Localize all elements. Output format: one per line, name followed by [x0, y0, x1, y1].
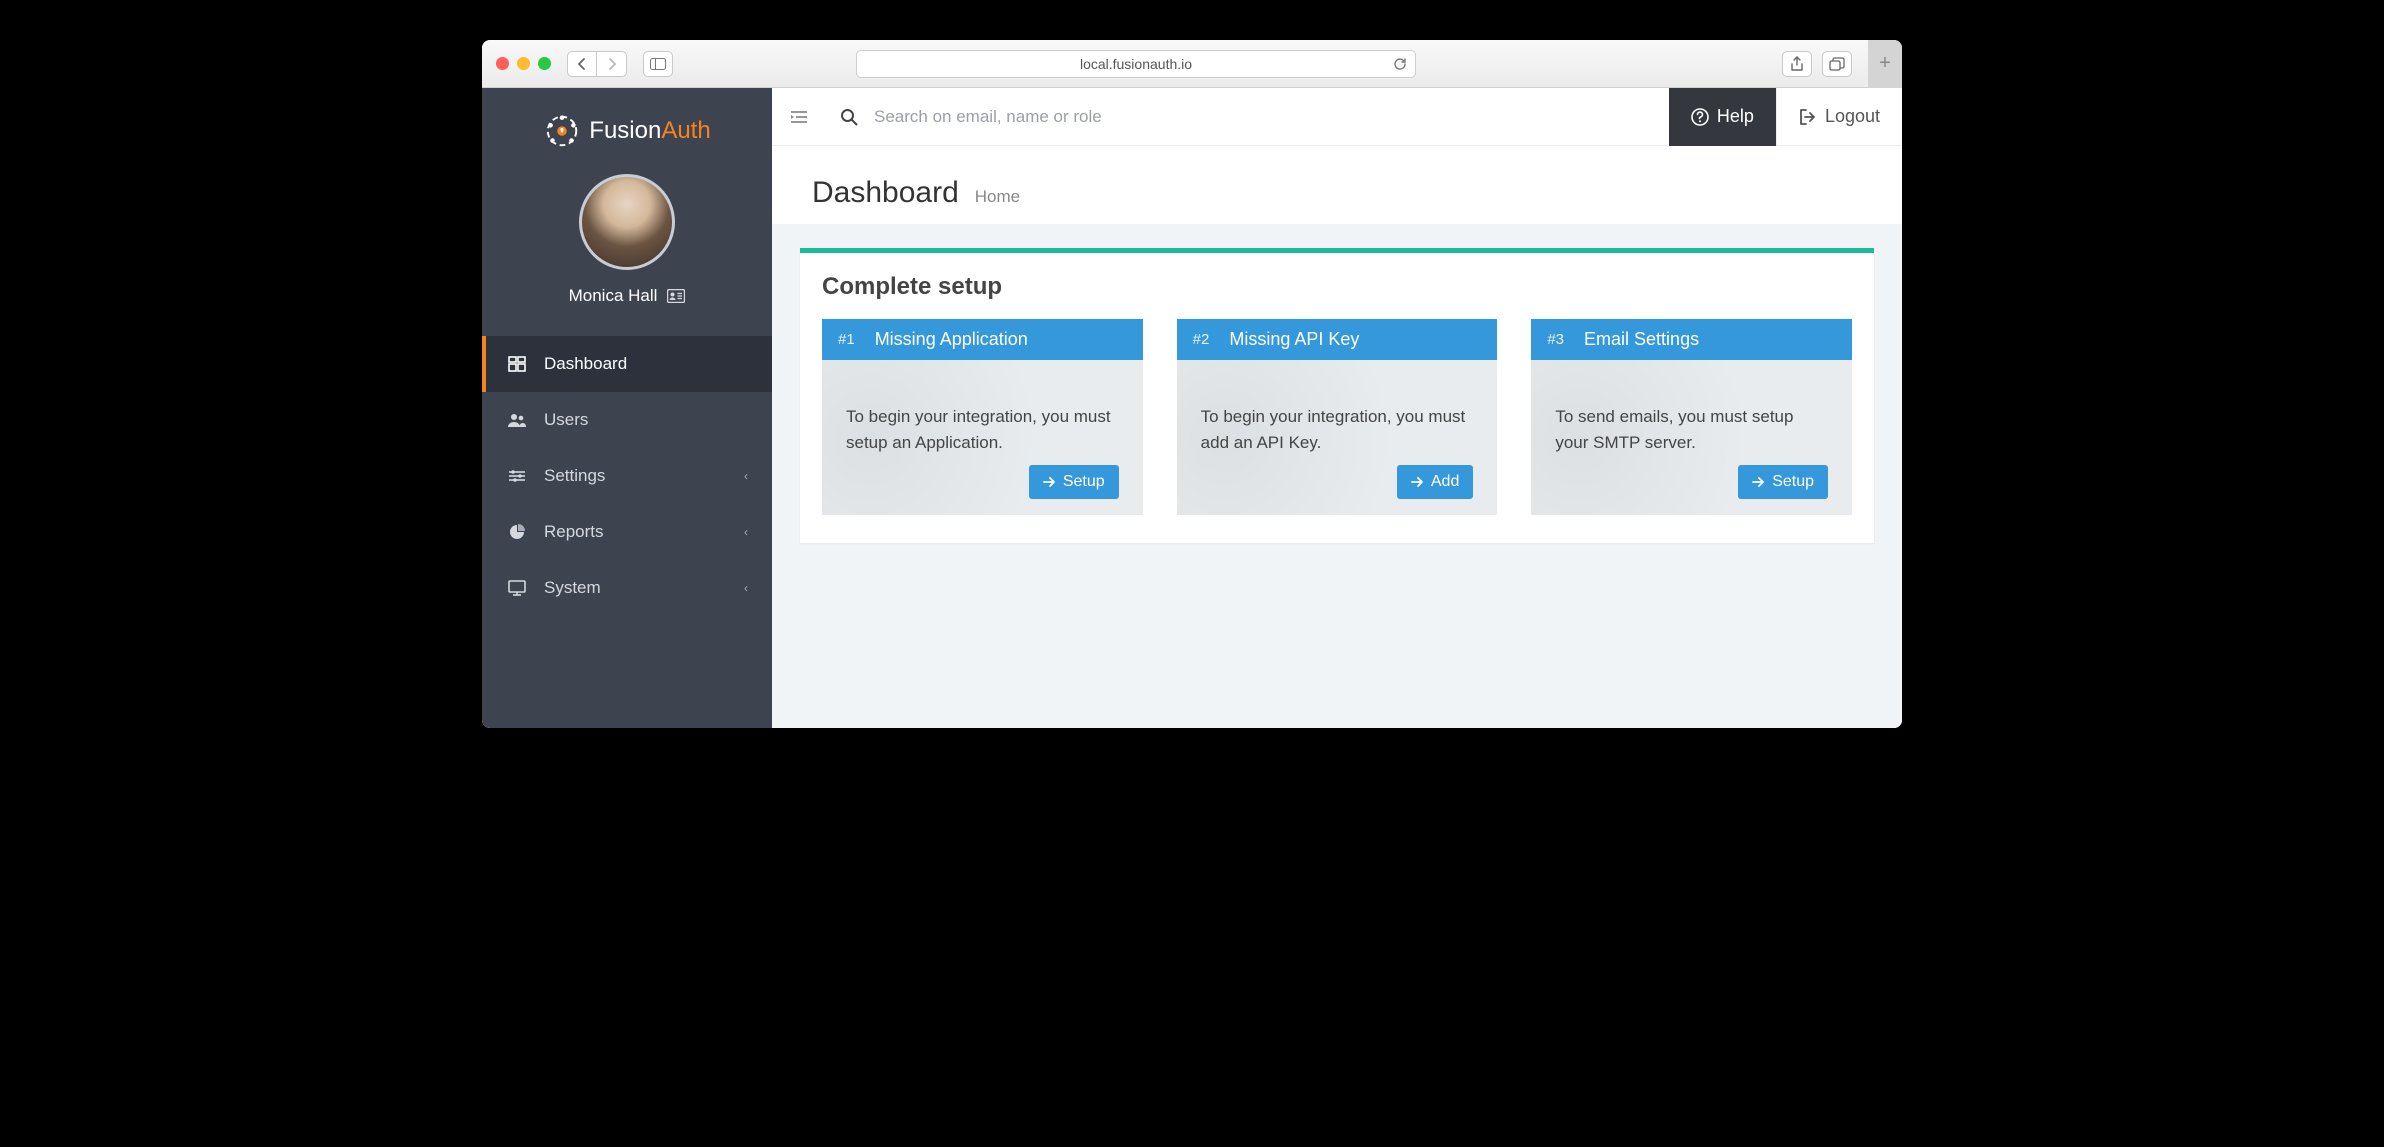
sidebar-icon	[650, 58, 666, 70]
chevron-left-icon	[577, 58, 587, 70]
sidebar-item-reports[interactable]: Reports ‹	[482, 504, 772, 560]
chevron-right-icon	[607, 58, 617, 70]
button-label: Setup	[1063, 473, 1105, 491]
page-title: Dashboard	[812, 176, 959, 210]
tabs-icon	[1829, 57, 1845, 71]
card-text: To begin your integration, you must setu…	[846, 404, 1119, 455]
main-content: Help Logout Dashboard Home Complete setu…	[772, 88, 1902, 728]
app-root: FusionAuth Monica Hall Dashboard	[482, 88, 1902, 728]
card-text: To begin your integration, you must add …	[1201, 404, 1474, 455]
card-body: To begin your integration, you must add …	[1177, 360, 1498, 515]
setup-card-api-key: #2 Missing API Key To begin your integra…	[1177, 319, 1498, 515]
maximize-window-button[interactable]	[538, 57, 551, 70]
chevron-left-icon: ‹	[744, 469, 748, 483]
sidebar-item-label: Reports	[544, 522, 604, 542]
share-icon	[1790, 56, 1804, 72]
minimize-window-button[interactable]	[517, 57, 530, 70]
search-icon	[840, 108, 858, 126]
card-number: #3	[1547, 331, 1564, 348]
card-body: To begin your integration, you must setu…	[822, 360, 1143, 515]
window-controls	[496, 57, 551, 70]
sidebar-item-label: System	[544, 578, 601, 598]
card-title: Missing Application	[875, 329, 1028, 350]
search-input[interactable]	[874, 107, 1669, 127]
page-header: Dashboard Home	[772, 146, 1902, 224]
content-area: Complete setup #1 Missing Application To…	[772, 224, 1902, 728]
help-label: Help	[1717, 106, 1754, 127]
setup-card-email: #3 Email Settings To send emails, you mu…	[1531, 319, 1852, 515]
avatar	[579, 174, 675, 270]
dashboard-icon	[506, 356, 528, 372]
arrow-right-icon	[1411, 476, 1423, 488]
card-header: #2 Missing API Key	[1177, 319, 1498, 360]
reload-icon	[1393, 57, 1407, 71]
id-card-icon[interactable]	[667, 289, 685, 303]
new-tab-button[interactable]: +	[1868, 40, 1902, 88]
sidebar-item-users[interactable]: Users	[482, 392, 772, 448]
setup-cards: #1 Missing Application To begin your int…	[822, 319, 1852, 515]
card-title: Missing API Key	[1229, 329, 1359, 350]
settings-icon	[506, 469, 528, 483]
sidebar-item-label: Users	[544, 410, 588, 430]
card-number: #2	[1193, 331, 1210, 348]
logo-text: FusionAuth	[589, 117, 710, 145]
tabs-button[interactable]	[1822, 51, 1852, 77]
sidebar: FusionAuth Monica Hall Dashboard	[482, 88, 772, 728]
sidebar-item-label: Settings	[544, 466, 605, 486]
user-name-line: Monica Hall	[569, 286, 686, 306]
card-body: To send emails, you must setup your SMTP…	[1531, 360, 1852, 515]
button-label: Setup	[1772, 473, 1814, 491]
setup-application-button[interactable]: Setup	[1029, 465, 1119, 499]
reload-button[interactable]	[1393, 57, 1407, 71]
user-name: Monica Hall	[569, 286, 658, 306]
sidebar-item-settings[interactable]: Settings ‹	[482, 448, 772, 504]
reports-icon	[506, 524, 528, 540]
logo-icon	[543, 112, 581, 150]
card-text: To send emails, you must setup your SMTP…	[1555, 404, 1828, 455]
sidebar-item-dashboard[interactable]: Dashboard	[482, 336, 772, 392]
sidebar-item-system[interactable]: System ‹	[482, 560, 772, 616]
sidebar-item-label: Dashboard	[544, 354, 627, 374]
logout-button[interactable]: Logout	[1776, 88, 1902, 146]
arrow-right-icon	[1043, 476, 1055, 488]
indent-icon	[790, 110, 808, 124]
browser-chrome: local.fusionauth.io +	[482, 40, 1902, 88]
close-window-button[interactable]	[496, 57, 509, 70]
topbar: Help Logout	[772, 88, 1902, 146]
card-header: #1 Missing Application	[822, 319, 1143, 360]
brand-logo[interactable]: FusionAuth	[482, 88, 772, 168]
chevron-left-icon: ‹	[744, 525, 748, 539]
system-icon	[506, 580, 528, 596]
button-label: Add	[1431, 473, 1459, 491]
chevron-left-icon: ‹	[744, 581, 748, 595]
logout-icon	[1799, 109, 1817, 125]
back-button[interactable]	[567, 51, 597, 77]
logout-label: Logout	[1825, 106, 1880, 127]
card-header: #3 Email Settings	[1531, 319, 1852, 360]
browser-right-controls: +	[1782, 40, 1888, 88]
user-profile[interactable]: Monica Hall	[482, 174, 772, 306]
card-number: #1	[838, 331, 855, 348]
panel-title: Complete setup	[822, 273, 1852, 301]
search-wrap	[826, 107, 1669, 127]
setup-panel: Complete setup #1 Missing Application To…	[800, 248, 1874, 543]
card-title: Email Settings	[1584, 329, 1699, 350]
share-button[interactable]	[1782, 51, 1812, 77]
address-bar[interactable]: local.fusionauth.io	[856, 50, 1416, 78]
help-button[interactable]: Help	[1669, 88, 1776, 146]
browser-window: local.fusionauth.io +	[482, 40, 1902, 728]
setup-card-application: #1 Missing Application To begin your int…	[822, 319, 1143, 515]
users-icon	[506, 412, 528, 428]
breadcrumb[interactable]: Home	[975, 187, 1020, 207]
help-icon	[1691, 108, 1709, 126]
arrow-right-icon	[1752, 476, 1764, 488]
add-api-key-button[interactable]: Add	[1397, 465, 1473, 499]
url-text: local.fusionauth.io	[1080, 56, 1192, 72]
sidebar-nav: Dashboard Users Settings ‹ Reports ‹	[482, 336, 772, 616]
collapse-sidebar-button[interactable]	[772, 110, 826, 124]
setup-email-button[interactable]: Setup	[1738, 465, 1828, 499]
browser-nav-buttons	[567, 51, 627, 77]
sidebar-toggle-button[interactable]	[643, 51, 673, 77]
forward-button[interactable]	[597, 51, 627, 77]
